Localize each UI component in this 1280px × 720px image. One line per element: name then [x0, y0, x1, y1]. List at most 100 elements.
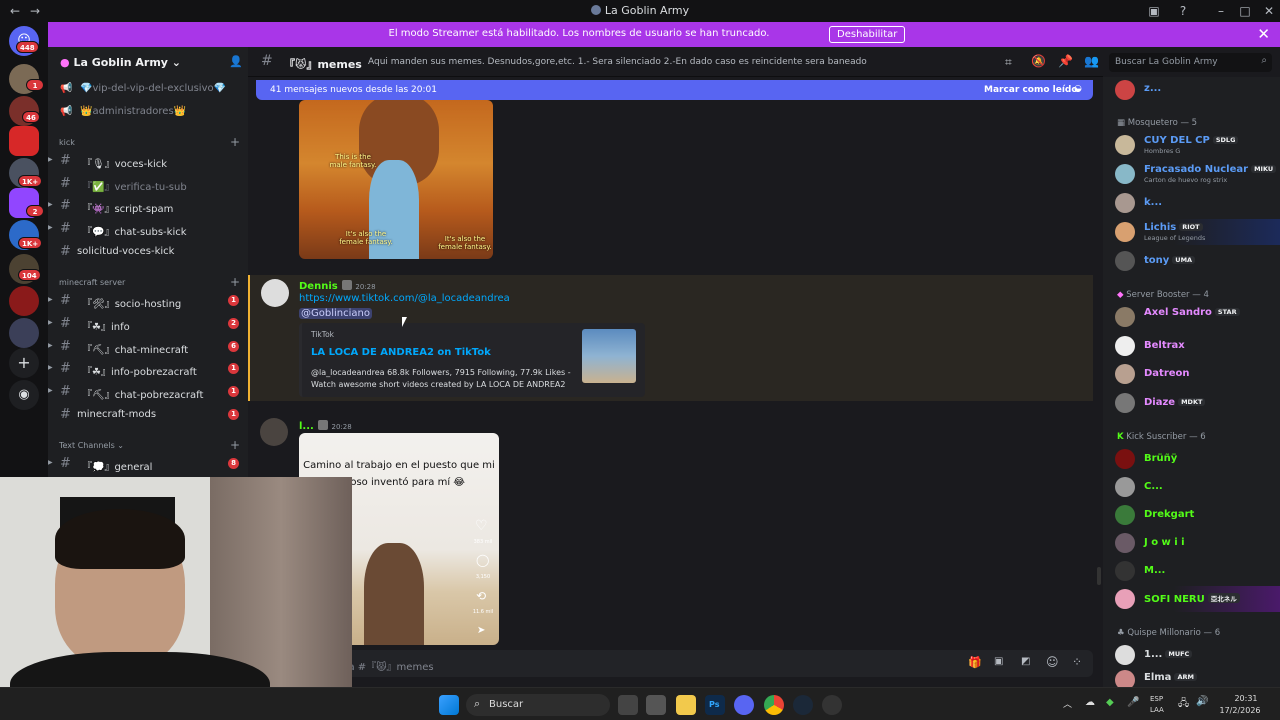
- photoshop-icon[interactable]: Ps: [705, 695, 725, 715]
- member-item[interactable]: J o w i i: [1103, 530, 1280, 556]
- member-item[interactable]: Diaze MDKT: [1103, 390, 1280, 416]
- channel-item[interactable]: # minecraft-mods 1: [48, 405, 248, 425]
- network-icon[interactable]: 🖧: [1178, 696, 1189, 713]
- member-name: J o w i i: [1144, 537, 1185, 548]
- avatar[interactable]: [261, 279, 289, 307]
- close-window-icon[interactable]: ✕: [1260, 2, 1278, 20]
- task-view-icon[interactable]: [618, 695, 638, 715]
- add-member-icon[interactable]: 👤: [229, 55, 243, 68]
- member-item[interactable]: z...: [1103, 77, 1280, 103]
- message-link[interactable]: https://www.tiktok.com/@la_locadeandrea: [299, 293, 510, 304]
- app-icon[interactable]: [822, 695, 842, 715]
- member-item[interactable]: CUY DEL CP SDLG Hombres G: [1103, 132, 1280, 158]
- apps-icon[interactable]: ⁘: [1072, 655, 1082, 669]
- channel-item[interactable]: ▶ # 『⛏』chat-minecraft 6: [48, 337, 248, 357]
- create-channel-icon[interactable]: +: [230, 438, 240, 452]
- member-item[interactable]: Datreon: [1103, 361, 1280, 387]
- member-list-icon[interactable]: 👥: [1084, 54, 1099, 68]
- create-channel-icon[interactable]: +: [230, 275, 240, 289]
- server-name-header[interactable]: ● La Goblin Army ⌄: [60, 56, 181, 69]
- meme-image[interactable]: This is the male fantasy. It's also the …: [299, 100, 493, 259]
- repost-icon[interactable]: ⟲: [476, 589, 486, 603]
- channel-item[interactable]: ▶ # 『☘』info 2: [48, 314, 248, 334]
- member-item[interactable]: M...: [1103, 558, 1280, 584]
- add-server-icon[interactable]: +: [9, 348, 39, 378]
- message-author[interactable]: l...: [299, 421, 314, 432]
- member-item[interactable]: Drekgart: [1103, 502, 1280, 528]
- notifications-muted-icon[interactable]: 🔕: [1031, 54, 1046, 68]
- pin-icon[interactable]: 📌: [1058, 54, 1073, 68]
- member-item[interactable]: SOFI NERU 亞北ネル: [1103, 586, 1280, 612]
- embed-title[interactable]: LA LOCA DE ANDREA2 on TikTok: [311, 347, 491, 358]
- channel-item[interactable]: ▶ # 『🛠』socio-hosting 1: [48, 291, 248, 311]
- member-item[interactable]: Lichis RIOT League of Legends: [1103, 219, 1280, 245]
- help-icon[interactable]: ?: [1174, 2, 1192, 20]
- volume-icon[interactable]: 🔊: [1196, 696, 1208, 707]
- member-item[interactable]: tony UMA: [1103, 248, 1280, 274]
- windows-start-icon[interactable]: [439, 695, 459, 715]
- minimize-icon[interactable]: –: [1212, 2, 1230, 20]
- steam-icon[interactable]: [793, 695, 813, 715]
- clock-time[interactable]: 20:31: [1222, 694, 1270, 703]
- create-channel-icon[interactable]: +: [230, 135, 240, 149]
- member-item[interactable]: C...: [1103, 474, 1280, 500]
- file-explorer-icon[interactable]: [676, 695, 696, 715]
- user-mention[interactable]: @Goblinciano: [299, 308, 372, 319]
- share-icon[interactable]: ➤: [477, 625, 485, 636]
- member-item[interactable]: Axel Sandro STAR: [1103, 304, 1280, 330]
- comment-icon[interactable]: ◯: [476, 553, 489, 567]
- badge-icon: [317, 420, 328, 430]
- member-item[interactable]: 1... MUFC: [1103, 642, 1280, 668]
- server-icon[interactable]: [9, 318, 39, 348]
- server-icon[interactable]: [9, 126, 39, 156]
- search-input[interactable]: Buscar La Goblin Army ⌕: [1109, 53, 1272, 72]
- gif-icon[interactable]: ▣: [994, 656, 1003, 667]
- taskbar-search[interactable]: ⌕ Buscar: [466, 694, 610, 716]
- message-author[interactable]: Dennis: [299, 281, 338, 292]
- inbox-icon[interactable]: ▣: [1145, 2, 1163, 20]
- member-item[interactable]: k...: [1103, 190, 1280, 216]
- maximize-icon[interactable]: □: [1236, 2, 1254, 20]
- disable-streamer-button[interactable]: Deshabilitar: [829, 26, 906, 43]
- member-item[interactable]: Beltrax: [1103, 333, 1280, 359]
- close-banner-icon[interactable]: ✕: [1257, 25, 1270, 43]
- member-item[interactable]: Fracasado Nuclear MIKU Carton de huevo rog…: [1103, 161, 1280, 187]
- category-kick[interactable]: kick: [59, 138, 75, 147]
- avatar[interactable]: [260, 418, 288, 446]
- tray-icon[interactable]: ☁: [1085, 697, 1095, 708]
- channel-item[interactable]: 📢 💎vip-del-vip-del-exclusivo💎: [48, 79, 248, 99]
- heart-icon[interactable]: ♡: [475, 518, 488, 534]
- tray-chevron-icon[interactable]: ︿: [1063, 697, 1072, 710]
- channel-item[interactable]: ▶ # 『🎙』voces-kick: [48, 151, 248, 171]
- gift-icon[interactable]: 🎁: [968, 656, 982, 669]
- language-indicator[interactable]: ESP: [1150, 695, 1163, 703]
- tray-icon[interactable]: ◆: [1106, 697, 1114, 708]
- clock-date[interactable]: 17/2/2026: [1210, 706, 1270, 715]
- message-composer[interactable]: Enviar mensaje a #『😾』memes 🎁 ▣ ◩ ☺ ⁘: [256, 650, 1093, 677]
- channel-item[interactable]: ▶ # 『💬』chat-subs-kick: [48, 219, 248, 239]
- channel-item[interactable]: # solicitud-voces-kick: [48, 242, 248, 262]
- sticker-icon[interactable]: ◩: [1021, 656, 1030, 667]
- app-icon[interactable]: [646, 695, 666, 715]
- mark-as-read-button[interactable]: Marcar como leído: [984, 85, 1078, 95]
- server-icon[interactable]: [9, 286, 39, 316]
- new-messages-bar[interactable]: 41 mensajes nuevos desde las 20:01 Marca…: [256, 80, 1093, 100]
- category-minecraft[interactable]: minecraft server: [59, 278, 125, 287]
- threads-icon[interactable]: ⌗: [1005, 55, 1012, 70]
- explore-servers-icon[interactable]: ◉: [9, 380, 39, 410]
- channel-item[interactable]: ▶ # 『☘』info-pobrezacraft 1: [48, 359, 248, 379]
- channel-topic[interactable]: Aqui manden sus memes. Desnudos,gore,etc…: [368, 57, 867, 67]
- discord-taskbar-icon[interactable]: [734, 695, 754, 715]
- channel-item[interactable]: ▶ # 『💭』general 8: [48, 454, 248, 474]
- scrollbar[interactable]: [1097, 567, 1101, 585]
- microphone-icon[interactable]: 🎤: [1127, 697, 1139, 708]
- embed-thumbnail[interactable]: [582, 329, 636, 383]
- chrome-icon[interactable]: [764, 695, 784, 715]
- category-text-channels[interactable]: Text Channels ⌄: [59, 441, 124, 450]
- channel-item[interactable]: # 『✅』verifica-tu-sub: [48, 174, 248, 194]
- emoji-icon[interactable]: ☺: [1046, 655, 1059, 669]
- channel-item[interactable]: ▶ # 『⛏』chat-pobrezacraft 1: [48, 382, 248, 402]
- channel-item[interactable]: 📢 👑administradores👑: [48, 102, 248, 122]
- channel-item[interactable]: ▶ # 『👾』script-spam: [48, 196, 248, 216]
- member-item[interactable]: Brüñÿ: [1103, 446, 1280, 472]
